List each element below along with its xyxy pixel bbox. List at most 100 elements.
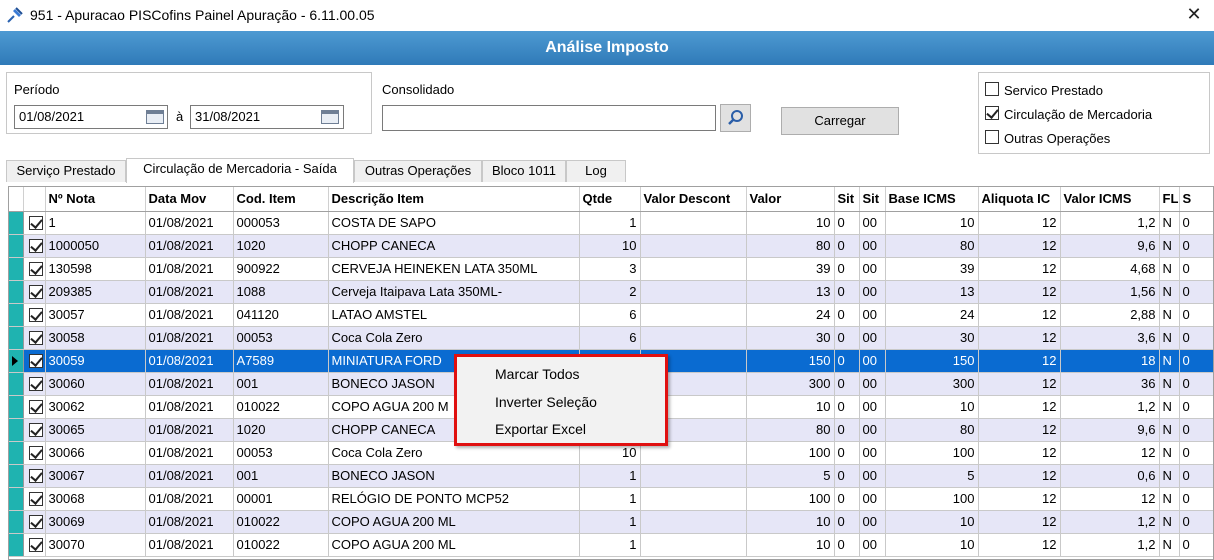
cell-cod[interactable]: 00053 bbox=[233, 326, 329, 350]
row-checkbox[interactable] bbox=[28, 446, 43, 461]
cell-nota[interactable]: 30067 bbox=[45, 464, 146, 488]
table-row[interactable]: 30069 01/08/2021 010022 COPO AGUA 200 ML 1 10… bbox=[9, 510, 1213, 534]
cell-icms[interactable]: 1,2 bbox=[1060, 510, 1160, 534]
cell-icms[interactable]: 0,6 bbox=[1060, 464, 1160, 488]
consolidado-input[interactable] bbox=[382, 105, 716, 131]
cell-qtde[interactable]: 1 bbox=[579, 464, 641, 488]
cell-data[interactable]: 01/08/2021 bbox=[145, 234, 234, 258]
cell-fl[interactable]: N bbox=[1159, 395, 1180, 419]
cell-sit2[interactable]: 00 bbox=[859, 372, 886, 396]
row-checkbox[interactable] bbox=[28, 423, 43, 438]
cell-base[interactable]: 10 bbox=[885, 395, 979, 419]
table-row[interactable]: 1000050 01/08/2021 1020 CHOPP CANECA 10 80 0 00… bbox=[9, 234, 1213, 258]
cell-icms[interactable]: 1,2 bbox=[1060, 533, 1160, 557]
row-checkbox[interactable] bbox=[28, 239, 43, 254]
cell-sit1[interactable]: 0 bbox=[834, 487, 860, 511]
row-checkbox[interactable] bbox=[28, 354, 43, 369]
cell-qtde[interactable]: 1 bbox=[579, 487, 641, 511]
cell-qtde[interactable]: 10 bbox=[579, 234, 641, 258]
cell-data[interactable]: 01/08/2021 bbox=[145, 464, 234, 488]
cell-icms[interactable]: 1,56 bbox=[1060, 280, 1160, 304]
menu-item-inverter-selecao[interactable]: Inverter Seleção bbox=[495, 394, 597, 410]
table-row[interactable]: 1 01/08/2021 000053 COSTA DE SAPO 1 10 0 00 10 12… bbox=[9, 211, 1213, 235]
col-header-s[interactable]: S bbox=[1179, 187, 1213, 212]
cell-aliq[interactable]: 12 bbox=[978, 372, 1061, 396]
cell-cod[interactable]: A7589 bbox=[233, 349, 329, 373]
cell-sit1[interactable]: 0 bbox=[834, 418, 860, 442]
cell-sit1[interactable]: 0 bbox=[834, 257, 860, 281]
cell-valor[interactable]: 30 bbox=[746, 326, 835, 350]
row-checkbox[interactable] bbox=[28, 331, 43, 346]
cell-valor[interactable]: 10 bbox=[746, 510, 835, 534]
cell-desc[interactable]: BONECO JASON bbox=[328, 464, 580, 488]
row-checkbox[interactable] bbox=[28, 308, 43, 323]
col-header-base-icms[interactable]: Base ICMS bbox=[885, 187, 979, 212]
cell-aliq[interactable]: 12 bbox=[978, 487, 1061, 511]
cell-base[interactable]: 10 bbox=[885, 211, 979, 235]
cell-fl[interactable]: N bbox=[1159, 326, 1180, 350]
cell-icms[interactable]: 12 bbox=[1060, 441, 1160, 465]
cell-s[interactable]: 0 bbox=[1179, 395, 1213, 419]
cell-sit2[interactable]: 00 bbox=[859, 280, 886, 304]
col-header-descricao[interactable]: Descrição Item bbox=[328, 187, 580, 212]
cell-fl[interactable]: N bbox=[1159, 211, 1180, 235]
cell-cod[interactable]: 00001 bbox=[233, 487, 329, 511]
cell-valor[interactable]: 10 bbox=[746, 211, 835, 235]
cell-base[interactable]: 10 bbox=[885, 510, 979, 534]
cell-base[interactable]: 150 bbox=[885, 349, 979, 373]
cell-nota[interactable]: 130598 bbox=[45, 257, 146, 281]
cell-cod[interactable]: 010022 bbox=[233, 510, 329, 534]
cell-data[interactable]: 01/08/2021 bbox=[145, 372, 234, 396]
cell-sit2[interactable]: 00 bbox=[859, 211, 886, 235]
option-outras-checkbox[interactable] bbox=[985, 130, 999, 144]
cell-s[interactable]: 0 bbox=[1179, 510, 1213, 534]
cell-base[interactable]: 100 bbox=[885, 441, 979, 465]
cell-s[interactable]: 0 bbox=[1179, 533, 1213, 557]
search-button[interactable] bbox=[720, 104, 751, 132]
cell-aliq[interactable]: 12 bbox=[978, 441, 1061, 465]
cell-aliq[interactable]: 12 bbox=[978, 349, 1061, 373]
calendar-icon[interactable] bbox=[321, 110, 339, 124]
cell-fl[interactable]: N bbox=[1159, 533, 1180, 557]
cell-sit2[interactable]: 00 bbox=[859, 533, 886, 557]
cell-sit1[interactable]: 0 bbox=[834, 510, 860, 534]
cell-desconto[interactable] bbox=[640, 211, 747, 235]
cell-desc[interactable]: RELÓGIO DE PONTO MCP52 bbox=[328, 487, 580, 511]
cell-qtde[interactable]: 1 bbox=[579, 510, 641, 534]
cell-qtde[interactable]: 2 bbox=[579, 280, 641, 304]
cell-desconto[interactable] bbox=[640, 303, 747, 327]
cell-sit1[interactable]: 0 bbox=[834, 395, 860, 419]
cell-cod[interactable]: 000053 bbox=[233, 211, 329, 235]
date-from-field[interactable]: 01/08/2021 bbox=[14, 105, 168, 129]
cell-aliq[interactable]: 12 bbox=[978, 211, 1061, 235]
row-checkbox[interactable] bbox=[28, 377, 43, 392]
cell-valor[interactable]: 13 bbox=[746, 280, 835, 304]
cell-desconto[interactable] bbox=[640, 280, 747, 304]
cell-data[interactable]: 01/08/2021 bbox=[145, 211, 234, 235]
cell-s[interactable]: 0 bbox=[1179, 349, 1213, 373]
cell-desconto[interactable] bbox=[640, 326, 747, 350]
cell-data[interactable]: 01/08/2021 bbox=[145, 441, 234, 465]
tab-outras-operacoes[interactable]: Outras Operações bbox=[354, 160, 482, 182]
table-row[interactable]: 30067 01/08/2021 001 BONECO JASON 1 5 0 00 5 12 0,… bbox=[9, 464, 1213, 488]
cell-icms[interactable]: 12 bbox=[1060, 487, 1160, 511]
cell-nota[interactable]: 30057 bbox=[45, 303, 146, 327]
cell-data[interactable]: 01/08/2021 bbox=[145, 326, 234, 350]
cell-sit2[interactable]: 00 bbox=[859, 487, 886, 511]
load-button[interactable]: Carregar bbox=[781, 107, 899, 135]
cell-base[interactable]: 10 bbox=[885, 533, 979, 557]
cell-fl[interactable]: N bbox=[1159, 349, 1180, 373]
cell-icms[interactable]: 36 bbox=[1060, 372, 1160, 396]
cell-aliq[interactable]: 12 bbox=[978, 280, 1061, 304]
cell-cod[interactable]: 010022 bbox=[233, 395, 329, 419]
cell-base[interactable]: 30 bbox=[885, 326, 979, 350]
cell-aliq[interactable]: 12 bbox=[978, 234, 1061, 258]
cell-valor[interactable]: 80 bbox=[746, 234, 835, 258]
cell-desconto[interactable] bbox=[640, 487, 747, 511]
cell-s[interactable]: 0 bbox=[1179, 487, 1213, 511]
cell-fl[interactable]: N bbox=[1159, 303, 1180, 327]
col-header-sit1[interactable]: Sit bbox=[834, 187, 860, 212]
cell-desc[interactable]: Cerveja Itaipava Lata 350ML- bbox=[328, 280, 580, 304]
cell-fl[interactable]: N bbox=[1159, 280, 1180, 304]
col-header-valor[interactable]: Valor bbox=[746, 187, 835, 212]
